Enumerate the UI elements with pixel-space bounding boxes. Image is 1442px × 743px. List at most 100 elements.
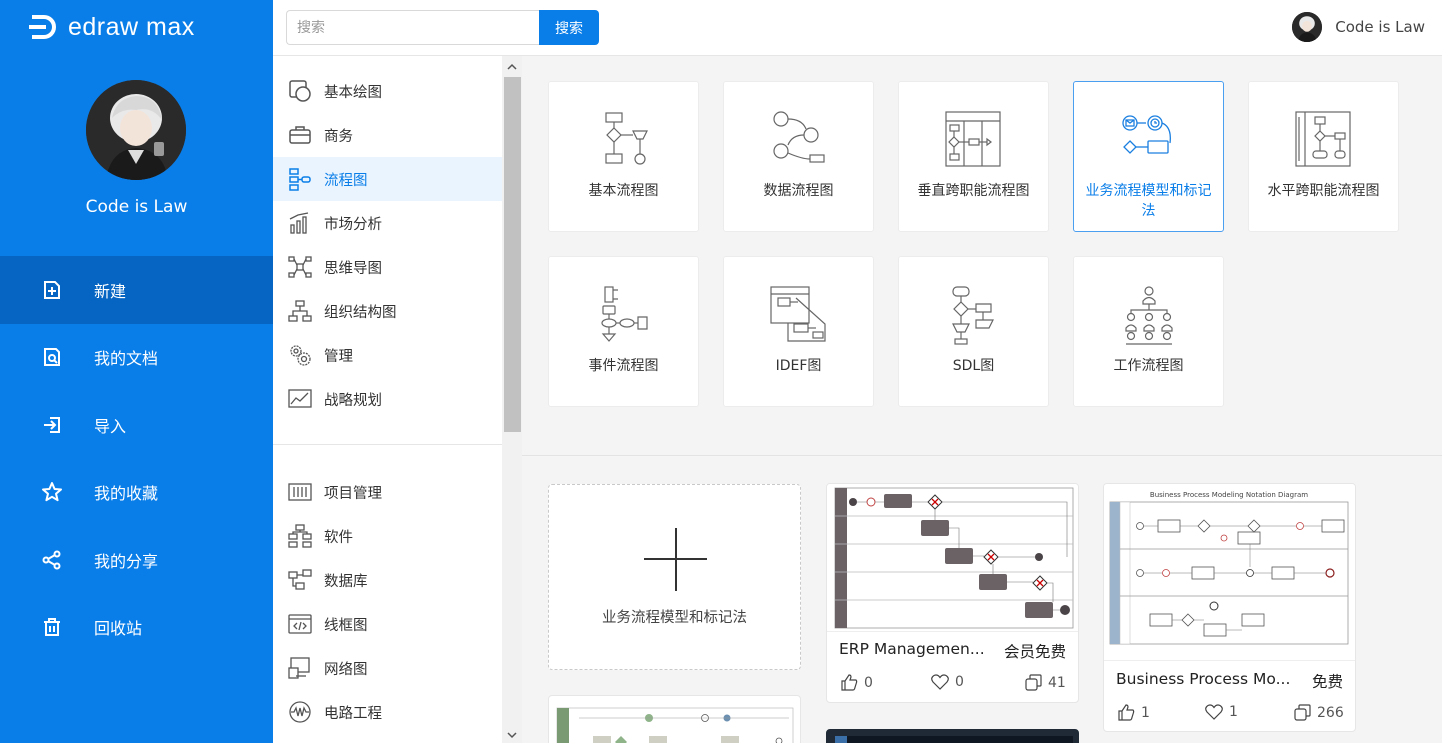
favorite-count: 1	[1229, 704, 1238, 720]
nav-label: 我的文档	[94, 349, 159, 369]
template-workflow[interactable]: 工作流程图	[1073, 256, 1224, 407]
template-name: ERP Managemen...	[839, 640, 985, 658]
scroll-down-icon[interactable]	[506, 729, 518, 741]
sdl-icon	[951, 286, 994, 345]
category-label: 软件	[324, 529, 353, 546]
template-label: 垂直跨职能流程图	[917, 183, 1030, 199]
template-sdl[interactable]: SDL图	[898, 256, 1049, 407]
template-horizontal-crossfunctional[interactable]: 水平跨职能流程图	[1248, 81, 1399, 232]
thumbnail-title: Business Process Modeling Notation Diagr…	[1150, 491, 1308, 499]
category-panel: 基本绘图 商务 流程图 市场分析 思维导图 组织结构图 管理 战略规划 项目管理…	[273, 56, 522, 743]
like-stat[interactable]: 1	[1118, 704, 1150, 721]
category-mindmap[interactable]: 思维导图	[273, 245, 502, 289]
nav-import[interactable]: 导入	[0, 391, 273, 459]
avatar[interactable]	[86, 80, 186, 180]
bar-chart-icon	[288, 211, 312, 235]
template-vertical-crossfunctional[interactable]: 垂直跨职能流程图	[898, 81, 1049, 232]
template-label: 业务流程模型和标记法	[1085, 183, 1212, 219]
nav-trash[interactable]: 回收站	[0, 594, 273, 662]
category-software[interactable]: 软件	[273, 514, 502, 558]
search-button[interactable]: 搜索	[539, 10, 599, 45]
template-card-partial-middle[interactable]	[826, 729, 1079, 743]
template-type-grid: 基本流程图 数据流程图 垂直跨职能流程图 业务流程模型和标记法 水平跨职能流程图…	[522, 56, 1442, 456]
category-label: 项目管理	[324, 485, 382, 502]
top-user-name: Code is Law	[1335, 18, 1425, 36]
category-business[interactable]: 商务	[273, 113, 502, 157]
plus-icon-vertical	[675, 528, 677, 591]
logo-text: edraw max	[68, 12, 195, 41]
my-documents-icon	[40, 345, 64, 369]
nav-share[interactable]: 我的分享	[0, 526, 273, 594]
template-thumbnail: Business Process Modeling Notation Diagr…	[1104, 484, 1355, 661]
search-input[interactable]	[286, 10, 540, 45]
category-basic-drawing[interactable]: 基本绘图	[273, 69, 502, 113]
template-gallery: 业务流程模型和标记法 ERP Managemen... 会员免费 0 0 41 …	[522, 457, 1442, 743]
category-label: 思维导图	[324, 260, 382, 277]
nav-label: 导入	[94, 416, 127, 436]
nav-favorites[interactable]: 我的收藏	[0, 459, 273, 527]
template-label: IDEF图	[775, 358, 822, 374]
category-scrollbar-thumb[interactable]	[504, 77, 521, 432]
category-label: 组织结构图	[324, 304, 397, 321]
sidebar-nav: 新建 我的文档 导入 我的收藏 我的分享 回收站	[0, 256, 273, 661]
scroll-up-icon[interactable]	[506, 61, 518, 73]
favorite-stat[interactable]: 1	[1205, 704, 1238, 720]
category-flowchart[interactable]: 流程图	[273, 157, 502, 201]
database-icon	[288, 568, 312, 592]
sidebar: edraw max Code is Law 新建 我的文档 导入 我的收藏 我的…	[0, 0, 273, 743]
basic-flowchart-icon	[604, 112, 648, 165]
nav-label: 新建	[94, 281, 127, 301]
category-label: 基本绘图	[324, 84, 382, 101]
template-basic-flowchart[interactable]: 基本流程图	[548, 81, 699, 232]
nav-label: 我的收藏	[94, 484, 159, 504]
like-stat[interactable]: 0	[841, 674, 873, 691]
logo[interactable]: edraw max	[28, 12, 195, 42]
template-idef[interactable]: IDEF图	[723, 256, 874, 407]
event-flow-icon	[600, 286, 648, 342]
template-data-flow[interactable]: 数据流程图	[723, 81, 874, 232]
nav-new[interactable]: 新建	[0, 256, 273, 324]
copy-stat[interactable]: 266	[1294, 704, 1344, 721]
import-icon	[40, 413, 64, 437]
category-label: 电路工程	[324, 705, 382, 722]
category-label: 管理	[324, 348, 353, 365]
category-circuit[interactable]: 电路工程	[273, 690, 502, 734]
template-event-flow[interactable]: 事件流程图	[548, 256, 699, 407]
category-label: 市场分析	[324, 216, 382, 233]
new-blank-diagram-card[interactable]: 业务流程模型和标记法	[548, 484, 801, 670]
category-network[interactable]: 网络图	[273, 646, 502, 690]
template-thumbnail	[556, 707, 794, 743]
category-project-management[interactable]: 项目管理	[273, 470, 502, 514]
share-icon	[40, 548, 64, 572]
category-org-chart[interactable]: 组织结构图	[273, 289, 502, 333]
main-content: 基本流程图 数据流程图 垂直跨职能流程图 业务流程模型和标记法 水平跨职能流程图…	[522, 56, 1442, 743]
thumbs-up-icon	[841, 674, 858, 691]
category-management[interactable]: 管理	[273, 333, 502, 377]
template-bpmn[interactable]: 业务流程模型和标记法	[1073, 81, 1224, 232]
top-user-menu[interactable]: Code is Law	[1292, 12, 1425, 42]
workflow-icon	[1124, 286, 1173, 345]
favorite-stat[interactable]: 0	[931, 674, 964, 690]
basic-shapes-icon	[288, 79, 312, 103]
idef-icon	[769, 286, 826, 342]
project-icon	[288, 480, 312, 504]
template-card-bpmn[interactable]: Business Process Modeling Notation Diagr…	[1103, 483, 1356, 732]
category-label: 网络图	[324, 661, 368, 678]
gears-icon	[288, 343, 312, 367]
template-thumbnail	[827, 484, 1078, 632]
thumbs-up-icon	[1118, 704, 1135, 721]
nav-my-documents[interactable]: 我的文档	[0, 324, 273, 392]
category-wireframe[interactable]: 线框图	[273, 602, 502, 646]
category-market-analysis[interactable]: 市场分析	[273, 201, 502, 245]
avatar-small	[1292, 12, 1323, 42]
copy-count: 266	[1317, 704, 1344, 721]
template-label: 事件流程图	[588, 358, 659, 374]
template-card-erp[interactable]: ERP Managemen... 会员免费 0 0 41	[826, 483, 1079, 703]
category-database[interactable]: 数据库	[273, 558, 502, 602]
flowchart-icon	[288, 167, 312, 191]
heart-icon	[931, 674, 949, 690]
copy-stat[interactable]: 41	[1025, 674, 1066, 691]
category-strategy[interactable]: 战略规划	[273, 377, 502, 421]
template-card-partial-left[interactable]	[548, 695, 801, 743]
horizontal-crossfunctional-icon	[1294, 111, 1351, 167]
